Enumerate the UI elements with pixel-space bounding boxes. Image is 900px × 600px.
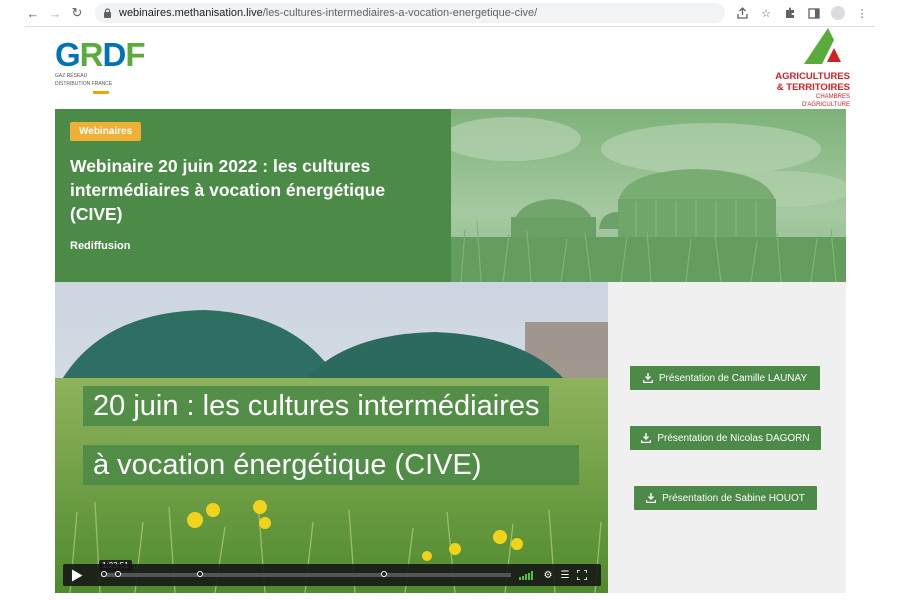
sidebar-icon[interactable] <box>807 6 821 20</box>
download-label: Présentation de Sabine HOUOT <box>662 492 805 504</box>
grdf-logo-text: GRDF <box>55 36 146 73</box>
address-bar[interactable]: webinaires.methanisation.live/les-cultur… <box>95 3 725 23</box>
hero-subtitle: Rediffusion <box>70 240 131 252</box>
url-path: /les-cultures-intermediaires-a-vocation-… <box>262 7 538 19</box>
download-label: Présentation de Camille LAUNAY <box>658 372 808 384</box>
reload-icon[interactable]: ↻ <box>69 5 85 21</box>
grdf-accent-bar <box>93 91 109 94</box>
video-thumbnail <box>55 282 608 593</box>
chapter-marker[interactable] <box>381 571 387 577</box>
video-title-line-2: à vocation énergétique (CIVE) <box>83 445 579 485</box>
browser-toolbar: ← → ↻ webinaires.methanisation.live/les-… <box>25 0 875 26</box>
progress-bar[interactable] <box>101 571 511 577</box>
chapter-marker[interactable] <box>101 571 107 577</box>
video-player[interactable]: 20 juin : les cultures intermédiaires à … <box>55 282 608 593</box>
agri-line-2: & TERRITOIRES <box>776 82 850 93</box>
download-button-houot[interactable]: Présentation de Sabine HOUOT <box>634 486 817 510</box>
agri-line-3: CHAMBRES D'AGRICULTURE <box>801 94 850 108</box>
back-icon[interactable]: ← <box>25 5 41 21</box>
share-icon[interactable] <box>735 6 749 20</box>
grdf-tagline-1: GAZ RÉSEAU <box>55 73 88 79</box>
toolbar-divider <box>25 26 875 27</box>
hero-text-panel: Webinaires Webinaire 20 juin 2022 : les … <box>55 109 451 282</box>
volume-icon[interactable] <box>519 570 533 580</box>
fullscreen-icon[interactable] <box>575 568 589 582</box>
agricultures-territoires-logo[interactable]: AGRICULTURES & TERRITOIRES CHAMBRES D'AG… <box>768 26 850 108</box>
settings-icon[interactable]: ⚙ <box>541 568 555 582</box>
menu-icon[interactable]: ⋮ <box>855 6 869 20</box>
download-icon <box>646 493 657 503</box>
extensions-icon[interactable] <box>783 6 797 20</box>
download-label: Présentation de Nicolas DAGORN <box>657 432 810 444</box>
grdf-tagline-2: DISTRIBUTION FRANCE <box>55 81 113 87</box>
chapter-marker[interactable] <box>115 571 121 577</box>
download-button-dagorn[interactable]: Présentation de Nicolas DAGORN <box>630 426 821 450</box>
page-title: Webinaire 20 juin 2022 : les cultures in… <box>70 156 386 224</box>
agri-emblem-icon <box>804 28 846 64</box>
forward-icon[interactable]: → <box>47 5 63 21</box>
video-controls: ⚙ ☰ <box>63 564 601 586</box>
play-icon[interactable] <box>63 564 91 586</box>
download-icon <box>642 373 653 383</box>
content-area: 20 juin : les cultures intermédiaires à … <box>55 282 846 593</box>
profile-icon[interactable] <box>831 6 845 20</box>
grdf-logo[interactable]: GRDF GAZ RÉSEAU DISTRIBUTION FRANCE <box>55 36 155 94</box>
hero-banner: Webinaires Webinaire 20 juin 2022 : les … <box>55 109 846 282</box>
download-button-launay[interactable]: Présentation de Camille LAUNAY <box>630 366 820 390</box>
star-icon[interactable]: ☆ <box>759 6 773 20</box>
lock-icon <box>103 8 113 18</box>
download-icon <box>641 433 652 443</box>
agri-line-1: AGRICULTURES <box>775 71 850 82</box>
video-title-line-1: 20 juin : les cultures intermédiaires <box>83 386 550 426</box>
hero-image <box>451 109 846 282</box>
url-host: webinaires.methanisation.live <box>119 7 263 19</box>
chapters-icon[interactable]: ☰ <box>558 568 572 582</box>
downloads-panel: Présentation de Camille LAUNAY Présentat… <box>608 282 846 593</box>
category-badge[interactable]: Webinaires <box>70 122 142 141</box>
chapter-marker[interactable] <box>197 571 203 577</box>
